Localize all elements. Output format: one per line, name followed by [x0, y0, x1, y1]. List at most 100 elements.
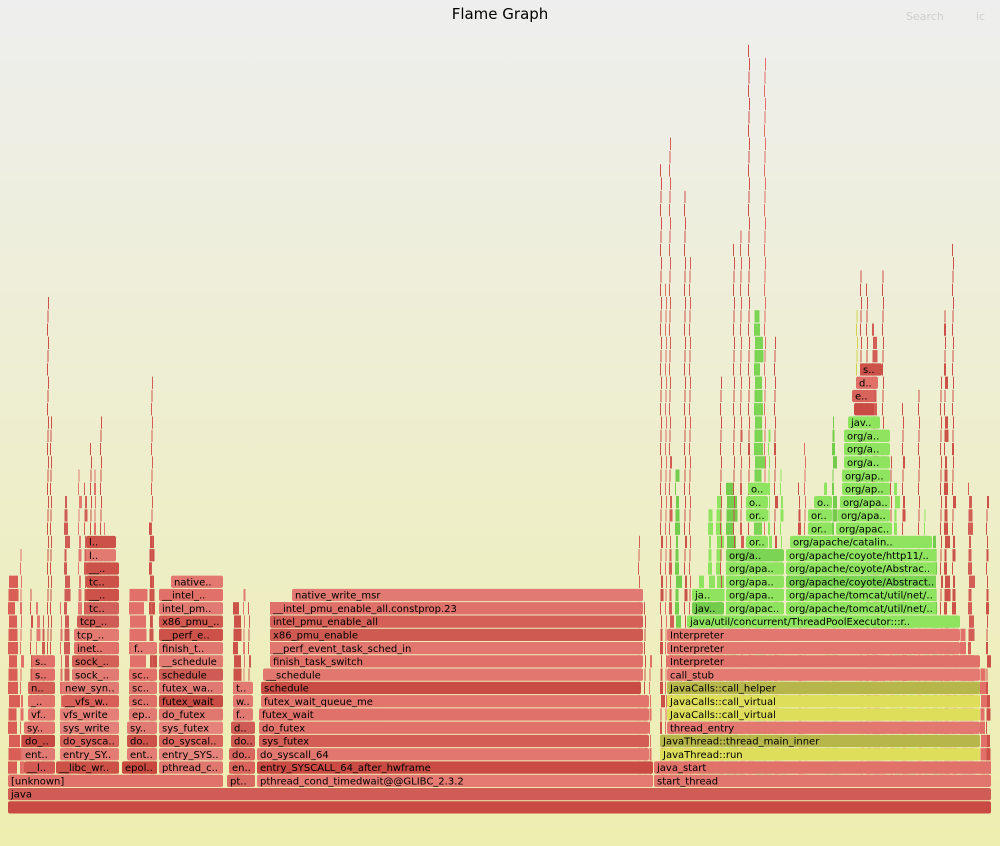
- stack-spike[interactable]: [79, 496, 82, 509]
- stack-spike[interactable]: [883, 416, 884, 429]
- stack-spike[interactable]: [650, 734, 651, 748]
- stack-spike[interactable]: [660, 562, 661, 575]
- stack-spike[interactable]: [740, 323, 741, 336]
- stack-spike[interactable]: [684, 204, 685, 217]
- flame-frame[interactable]: o..: [746, 496, 768, 509]
- stack-spike[interactable]: [685, 416, 686, 429]
- stack-spike[interactable]: [721, 456, 722, 469]
- flame-frame[interactable]: d..: [231, 721, 255, 735]
- frame-rect[interactable]: [233, 695, 253, 708]
- frame-rect[interactable]: [127, 734, 157, 748]
- stack-spike[interactable]: [764, 522, 765, 535]
- stack-spike[interactable]: [860, 283, 861, 296]
- stack-spike[interactable]: [64, 588, 71, 602]
- stack-spike[interactable]: [872, 350, 878, 363]
- stack-spike[interactable]: [670, 615, 674, 628]
- stack-spike[interactable]: [661, 296, 662, 310]
- stack-spike[interactable]: [940, 602, 941, 615]
- stack-spike[interactable]: [665, 283, 666, 296]
- frame-rect[interactable]: [159, 588, 223, 602]
- stack-spike[interactable]: [733, 283, 734, 296]
- stack-spike[interactable]: [733, 323, 734, 336]
- stack-spike[interactable]: [675, 482, 676, 496]
- frame-rect[interactable]: [667, 641, 960, 655]
- stack-spike[interactable]: [952, 549, 956, 562]
- stack-spike[interactable]: [894, 522, 897, 535]
- stack-spike[interactable]: [42, 641, 45, 655]
- stack-spike[interactable]: [902, 482, 903, 496]
- stack-spike[interactable]: [64, 641, 70, 655]
- frame-rect[interactable]: [159, 681, 223, 695]
- stack-spike[interactable]: [152, 416, 153, 429]
- flame-frame[interactable]: __schedule: [263, 668, 643, 682]
- stack-spike[interactable]: [665, 588, 667, 602]
- stack-spike[interactable]: [940, 588, 942, 602]
- stack-spike[interactable]: [768, 469, 770, 482]
- stack-spike[interactable]: [684, 363, 685, 376]
- stack-spike[interactable]: [755, 376, 762, 389]
- stack-spike[interactable]: [669, 403, 670, 416]
- stack-spike[interactable]: [986, 708, 991, 721]
- stack-spike[interactable]: [669, 482, 670, 496]
- stack-spike[interactable]: [945, 376, 948, 389]
- flame-frame[interactable]: __perf_e..: [159, 628, 223, 642]
- flame-frame[interactable]: org/apa..: [838, 509, 890, 522]
- stack-spike[interactable]: [130, 655, 146, 668]
- frame-rect[interactable]: [852, 389, 874, 403]
- stack-spike[interactable]: [152, 456, 153, 469]
- flame-frame[interactable]: jav..: [848, 416, 880, 429]
- stack-spike[interactable]: [9, 695, 20, 708]
- stack-spike[interactable]: [665, 721, 666, 734]
- stack-spike[interactable]: [764, 310, 766, 323]
- flame-frame[interactable]: or..: [746, 535, 768, 549]
- frame-rect[interactable]: [844, 442, 890, 456]
- frame-rect[interactable]: [159, 734, 223, 748]
- stack-spike[interactable]: [944, 323, 946, 336]
- flame-frame[interactable]: futex_wait_queue_me: [261, 695, 649, 708]
- stack-spike[interactable]: [768, 522, 770, 535]
- flame-frame[interactable]: __vfs_w..: [62, 695, 119, 708]
- stack-spike[interactable]: [769, 535, 772, 549]
- flame-frame[interactable]: java_start: [654, 761, 991, 774]
- stack-spike[interactable]: [665, 389, 667, 403]
- stack-spike[interactable]: [151, 389, 153, 403]
- stack-spike[interactable]: [733, 482, 734, 496]
- flame-frame[interactable]: entry_SY..: [60, 748, 119, 761]
- stack-spike[interactable]: [689, 549, 691, 562]
- stack-spike[interactable]: [649, 668, 651, 681]
- stack-spike[interactable]: [47, 323, 48, 336]
- stack-spike[interactable]: [919, 456, 920, 469]
- stack-spike[interactable]: [151, 509, 153, 522]
- stack-spike[interactable]: [8, 681, 18, 695]
- stack-spike[interactable]: [244, 655, 245, 668]
- stack-spike[interactable]: [856, 363, 857, 376]
- stack-spike[interactable]: [660, 602, 661, 615]
- stack-spike[interactable]: [20, 628, 22, 641]
- flame-frame[interactable]: do_futex: [159, 708, 223, 721]
- frame-rect[interactable]: [74, 641, 119, 655]
- stack-spike[interactable]: [669, 588, 672, 602]
- stack-spike[interactable]: [775, 376, 776, 389]
- frame-rect[interactable]: [129, 681, 157, 695]
- stack-spike[interactable]: [764, 442, 765, 456]
- stack-spike[interactable]: [741, 416, 742, 429]
- stack-spike[interactable]: [43, 615, 44, 628]
- stack-spike[interactable]: [764, 71, 766, 84]
- stack-spike[interactable]: [684, 469, 686, 482]
- stack-spike[interactable]: [918, 522, 919, 535]
- stack-spike[interactable]: [675, 588, 679, 602]
- stack-spike[interactable]: [749, 416, 750, 429]
- stack-spike[interactable]: [986, 668, 988, 681]
- stack-spike[interactable]: [944, 522, 948, 535]
- stack-spike[interactable]: [48, 535, 49, 549]
- stack-spike[interactable]: [47, 509, 49, 522]
- stack-spike[interactable]: [708, 522, 713, 535]
- stack-spike[interactable]: [940, 482, 941, 496]
- flame-frame[interactable]: __intel_pmu_enable_all.constprop.23: [270, 602, 643, 615]
- flame-frame[interactable]: intel_pm..: [159, 602, 223, 615]
- stack-spike[interactable]: [733, 429, 735, 442]
- stack-spike[interactable]: [720, 469, 722, 482]
- stack-spike[interactable]: [100, 522, 101, 535]
- stack-spike[interactable]: [645, 655, 646, 668]
- flame-frame[interactable]: __perf_event_task_sched_in: [270, 641, 643, 655]
